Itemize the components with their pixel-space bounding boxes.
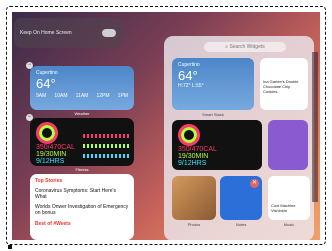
frame-handle[interactable] (8, 245, 12, 249)
gallery-weather-widget[interactable]: Cupertino 64° H:72° L:55° (172, 58, 254, 110)
blue-widget[interactable]: ✕ (220, 176, 262, 220)
news-headline[interactable]: Coronavirus Symptoms: Start Here's What (35, 188, 129, 200)
activity-rings-icon (178, 124, 200, 146)
weather-forecast-row: 9AM 10AM 11AM 12PM 1PM (36, 93, 128, 99)
gallery-activity-widget[interactable]: 350/470CAL 19/30MIN 9/12HRS (172, 120, 262, 170)
keep-on-home-screen-label: Keep On Home Screen (20, 30, 72, 36)
news-widget[interactable]: Top Stories Coronavirus Symptoms: Start … (30, 174, 134, 240)
keep-on-home-screen-row[interactable]: Keep On Home Screen (14, 18, 124, 48)
activity-widget[interactable]: 350/470CAL 19/30MIN 9/12HRS (30, 118, 134, 166)
news-footer: Best of #Weets (35, 221, 71, 227)
forecast-hour: 12PM (96, 93, 110, 99)
search-placeholder: Search Widgets (229, 44, 265, 50)
widget-gallery: ⌕ Search Widgets Cupertino 64° H:72° L:5… (164, 36, 314, 240)
smart-stack-caption: Smart Stack (202, 112, 224, 117)
photos-widget[interactable] (172, 176, 216, 220)
search-widgets-field[interactable]: ⌕ Search Widgets (204, 42, 286, 52)
forecast-hour: 10AM (54, 93, 68, 99)
recipe-widget[interactable]: Ina Garten's Double Chocolate Chip Cooki… (260, 58, 308, 110)
recipe-title: Ina Garten's Double Chocolate Chip Cooki… (263, 79, 299, 94)
music-artist: Vishinkin (271, 208, 287, 213)
close-icon[interactable]: ✕ (250, 179, 259, 188)
desktop-background: Keep On Home Screen Cupertino 64° 9AM 10… (12, 12, 320, 240)
forecast-hour: 9AM (36, 93, 47, 99)
dock-edge (312, 52, 318, 202)
weather-temp: 64° (178, 68, 198, 83)
remove-widget-icon[interactable]: − (26, 114, 33, 121)
forecast-hour: 11AM (75, 93, 89, 99)
news-header: Top Stories (35, 178, 63, 184)
remove-widget-icon[interactable]: − (26, 62, 33, 69)
weather-hilo: H:72° L:55° (178, 83, 204, 89)
podcast-widget[interactable] (268, 120, 308, 170)
notes-caption: Notes (235, 222, 247, 227)
keep-on-home-screen-toggle[interactable] (102, 29, 116, 37)
activity-caption: Fitness (75, 167, 89, 172)
stand-value: 9/12HRS (178, 160, 207, 167)
weather-widget[interactable]: Cupertino 64° 9AM 10AM 11AM 12PM 1PM (30, 66, 134, 110)
music-widget[interactable]: Cool Machine Vishinkin (268, 176, 310, 220)
weather-caption: Weather (74, 111, 90, 116)
exercise-value: 19/30MIN (178, 153, 209, 160)
music-caption: Music (283, 222, 295, 227)
move-value: 350/470CAL (178, 146, 217, 153)
news-headline[interactable]: Worlds Onwer Investigation of Emergency … (35, 204, 129, 216)
activity-chart (83, 128, 129, 164)
photos-caption: Photos (187, 222, 201, 227)
forecast-hour: 1PM (117, 93, 128, 99)
activity-rings-icon (36, 122, 58, 144)
weather-temp: 64° (36, 76, 56, 91)
